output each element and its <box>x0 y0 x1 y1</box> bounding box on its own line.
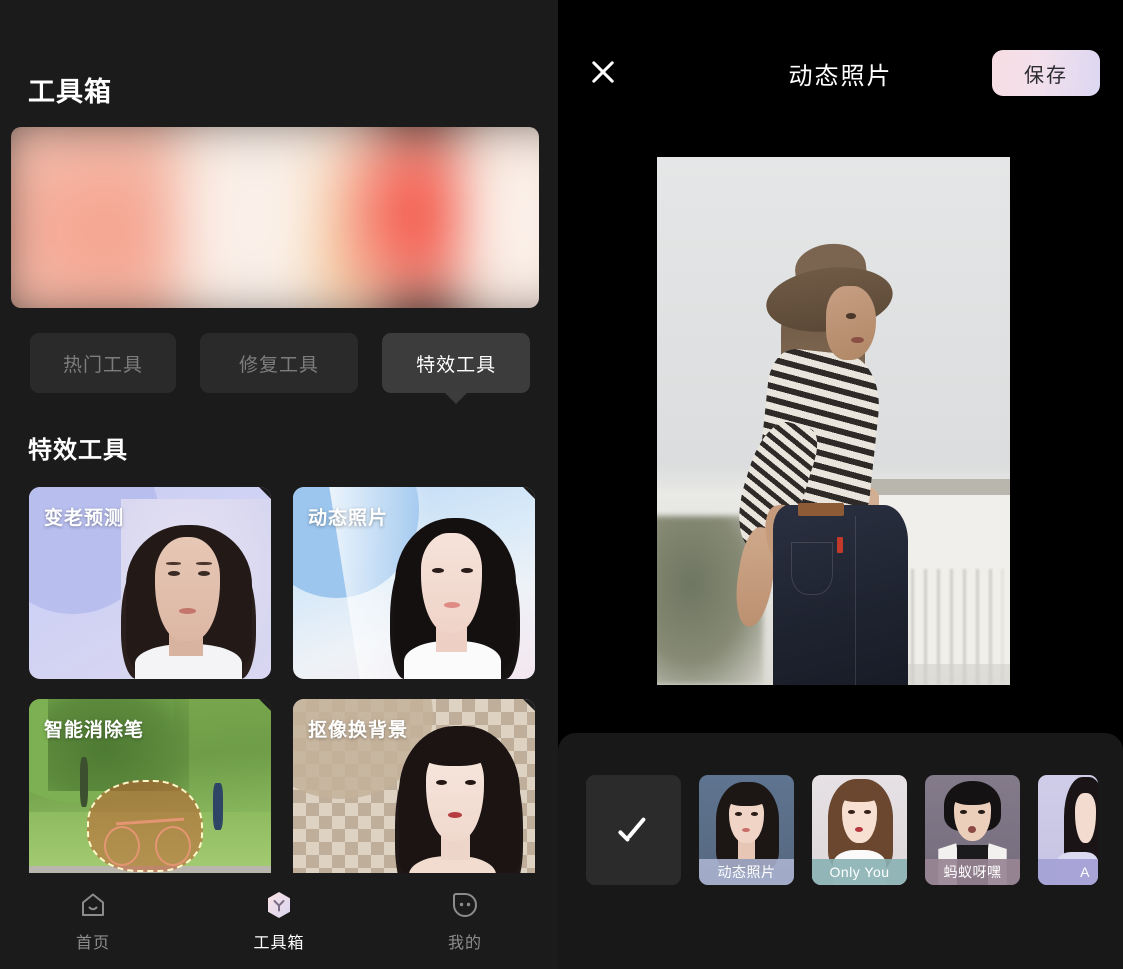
bottom-navigation: 首页 工具箱 我的 <box>0 873 558 969</box>
card-label: 动态照片 <box>308 508 389 529</box>
thumbnail-label: 蚂蚁呀嘿 <box>925 859 1020 885</box>
nav-label: 工具箱 <box>253 934 305 952</box>
promo-banner[interactable] <box>11 127 539 308</box>
promo-banner-art <box>11 127 539 308</box>
editor-header: 动态照片 保存 <box>558 0 1123 115</box>
thumbnail-mayi-yahei[interactable]: 蚂蚁呀嘿 <box>925 775 1020 885</box>
thumbnail-none-selected[interactable] <box>586 775 681 885</box>
section-title: 特效工具 <box>28 437 128 464</box>
thumbnail-motion-photo[interactable]: 动态照片 <box>699 775 794 885</box>
card-label: 变老预测 <box>44 508 125 529</box>
app-screen: 工具箱 热门工具 修复工具 特效工具 特效工具 变老预测 动态照片 智能消除笔 … <box>0 0 1123 969</box>
nav-item-profile[interactable]: 我的 <box>372 890 558 953</box>
tool-card-background-cutout[interactable]: 抠像换背景 <box>293 699 535 891</box>
nav-label: 我的 <box>447 934 482 952</box>
thumbnail-label: A <box>1038 859 1098 885</box>
thumbnail-only-you[interactable]: Only You <box>812 775 907 885</box>
nav-item-toolbox[interactable]: 工具箱 <box>186 890 372 953</box>
toolbox-hexagon-icon <box>264 890 294 920</box>
thumbnail-partial-next[interactable]: A <box>1038 775 1098 885</box>
category-tabs: 热门工具 修复工具 特效工具 <box>30 333 530 393</box>
effect-thumbnail-panel: 动态照片 Only You 蚂蚁呀嘿 A <box>558 733 1123 969</box>
tab-hot-tools[interactable]: 热门工具 <box>30 333 176 393</box>
save-button[interactable]: 保存 <box>992 50 1100 96</box>
tab-repair-tools[interactable]: 修复工具 <box>199 333 359 393</box>
tab-effect-tools[interactable]: 特效工具 <box>382 333 530 393</box>
tab-label: 热门工具 <box>62 354 143 376</box>
thumbnail-label: Only You <box>812 859 907 885</box>
tool-card-smart-eraser[interactable]: 智能消除笔 <box>29 699 271 891</box>
check-icon <box>617 816 651 843</box>
page-title: 工具箱 <box>28 77 112 107</box>
tool-card-age-prediction[interactable]: 变老预测 <box>29 487 271 679</box>
card-label: 智能消除笔 <box>44 720 145 741</box>
thumbnail-label: 动态照片 <box>699 859 794 885</box>
card-label: 抠像换背景 <box>308 720 409 741</box>
motion-photo-editor: 动态照片 保存 动态照片 Only You 蚂蚁呀嘿 A <box>558 0 1123 969</box>
nav-label: 首页 <box>75 934 110 952</box>
nav-item-home[interactable]: 首页 <box>0 890 186 953</box>
tool-card-grid: 变老预测 动态照片 智能消除笔 抠像换背景 <box>29 487 535 891</box>
tab-label: 特效工具 <box>416 354 497 376</box>
preview-photo[interactable] <box>657 157 1010 685</box>
profile-icon <box>450 890 480 920</box>
tab-label: 修复工具 <box>239 354 320 376</box>
effect-thumbnail-strip[interactable]: 动态照片 Only You 蚂蚁呀嘿 A <box>586 775 1098 885</box>
toolbox-panel: 工具箱 热门工具 修复工具 特效工具 特效工具 变老预测 动态照片 智能消除笔 … <box>0 0 558 969</box>
tool-card-motion-photo[interactable]: 动态照片 <box>293 487 535 679</box>
home-icon <box>78 890 108 920</box>
